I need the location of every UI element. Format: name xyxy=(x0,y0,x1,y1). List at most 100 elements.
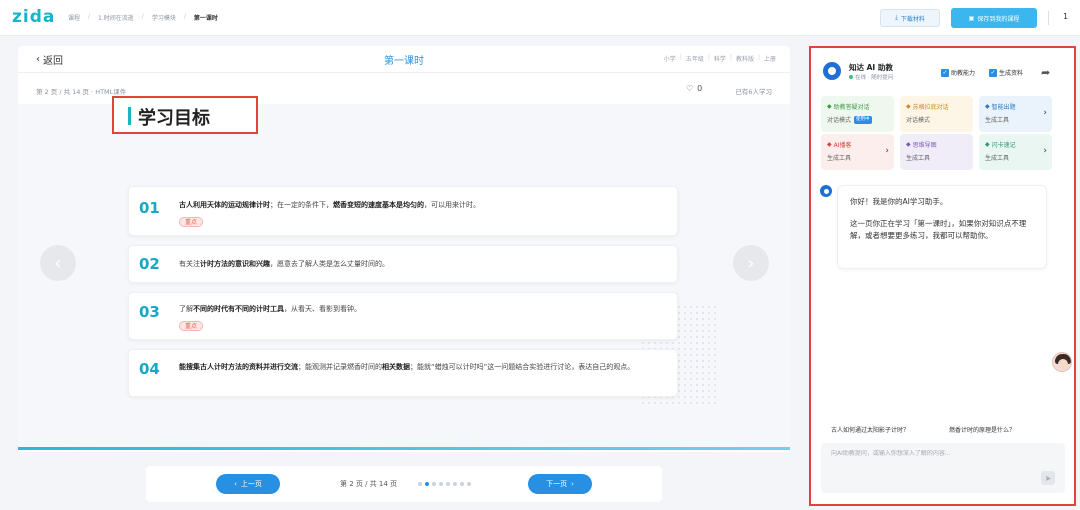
tool-icon: ◆ xyxy=(985,103,990,110)
prev-slide-button[interactable]: ‹ xyxy=(40,245,76,281)
objective-part: ，从看天、看影到看钟。 xyxy=(284,305,361,313)
tool-sub-row: 生成工具 xyxy=(906,153,930,162)
download-materials-button[interactable]: ⤓ 下载材料 xyxy=(880,9,940,27)
objective-bold: 燃香变短的速度基本是均匀的 xyxy=(333,201,424,209)
assistant-status: 在线 · 随时提问 xyxy=(849,73,893,81)
checkbox-checked-icon: ✓ xyxy=(989,68,997,77)
page-dot[interactable] xyxy=(439,482,443,486)
tool-title: 苏格拉底对话 xyxy=(912,104,949,111)
objective-number: 01 xyxy=(139,199,160,217)
tag-separator: | xyxy=(679,54,682,61)
breadcrumb-separator: / xyxy=(88,13,91,20)
share-icon[interactable]: ➦ xyxy=(1041,66,1050,79)
tool-title: 闪卡速记 xyxy=(991,142,1016,149)
download-icon: ⤓ xyxy=(895,14,898,21)
tag-volume: 上册 xyxy=(763,56,776,63)
key-point-badge: 重点 xyxy=(179,321,204,331)
header-divider xyxy=(1048,11,1049,25)
next-page-button[interactable]: 下一页 › xyxy=(528,474,592,494)
prev-page-label: 上一页 xyxy=(240,480,262,488)
assistant-ability-checkbox[interactable]: ✓ 助教能力 xyxy=(941,68,975,77)
objective-text: 有关注计时方法的意识和兴趣，愿意去了解人类是怎么丈量时间的。 xyxy=(179,258,664,270)
checkbox-label: 助教能力 xyxy=(951,70,976,77)
breadcrumb-item[interactable]: 1.时间在流逝 xyxy=(98,13,134,22)
page-dot[interactable] xyxy=(432,482,436,486)
user-menu[interactable]: 1 xyxy=(1063,12,1068,21)
breadcrumb-item[interactable]: 课程 xyxy=(68,13,80,22)
next-slide-button[interactable]: › xyxy=(733,245,769,281)
assistant-status-text: 在线 · 随时提问 xyxy=(855,75,894,81)
tag-subject: 科学 xyxy=(713,56,726,63)
objective-bold: 古人利用天体的运动规律计时 xyxy=(179,201,270,209)
generate-materials-checkbox[interactable]: ✓ 生成资料 xyxy=(989,68,1023,77)
greeting-text: 你好！我是你的AI学习助手。 xyxy=(850,197,948,206)
assistant-tool-card[interactable]: ◆ AI播客 生成工具 › xyxy=(821,134,894,170)
objective-text: 了解不同的时代有不同的计时工具，从看天、看影到看钟。 xyxy=(179,303,664,315)
divider xyxy=(18,72,790,73)
tag-grade: 五年级 xyxy=(685,56,704,63)
tool-sub-row: 对话模式 使用中 xyxy=(827,115,872,124)
objective-bold: 计时方法的意识和兴趣 xyxy=(200,260,270,268)
tool-title-row: ◆ 思维导图 xyxy=(906,140,937,149)
tool-title: 思维导图 xyxy=(912,142,937,149)
objective-bold: 能搜集古人计时方法的资料并进行交流 xyxy=(179,363,298,371)
top-bar: zida 课程 / 1.时间在流逝 / 学习模块 / 第一课时 ⤓ 下载材料 ▣… xyxy=(0,0,1080,36)
page-dot[interactable] xyxy=(446,482,450,486)
save-label: 保存到我的课程 xyxy=(977,15,1020,23)
like-button[interactable]: ♡ 0 xyxy=(686,84,702,93)
breadcrumb-separator: / xyxy=(141,13,144,20)
tool-sub-row: 生成工具 xyxy=(827,153,851,162)
assistant-tool-card[interactable]: ◆ 苏格拉底对话 对话模式 xyxy=(900,96,973,132)
tool-icon: ◆ xyxy=(827,141,832,148)
pagination-info: 第 2 页 / 共 14 页 xyxy=(340,480,398,488)
heading-accent-bar xyxy=(128,107,131,125)
objective-part: ，可以用来计时。 xyxy=(424,201,480,209)
tool-subtitle: 对话模式 xyxy=(827,117,852,124)
prev-page-button[interactable]: ‹ 上一页 xyxy=(216,474,280,494)
page-dot[interactable] xyxy=(418,482,422,486)
user-avatar[interactable] xyxy=(1052,352,1072,372)
page-dot[interactable] xyxy=(425,482,429,486)
assistant-logo-icon xyxy=(823,62,841,80)
page-dot[interactable] xyxy=(460,482,464,486)
assistant-message-text: 这一页你正在学习「第一课时」，如果你对知识点不理解，或者想要更多练习，我都可以帮… xyxy=(850,219,1027,240)
objective-part: ；能观测并记录燃香时间的 xyxy=(298,363,382,371)
assistant-tool-card[interactable]: ◆ 思维导图生成工具 xyxy=(900,134,973,170)
tool-subtitle: 对话模式 xyxy=(906,117,931,124)
tool-title-row: ◆ AI播客 xyxy=(827,140,852,149)
suggested-question[interactable]: 古人如何通过太阳影子计时？ xyxy=(831,425,909,434)
page-dots xyxy=(418,482,471,486)
tool-icon: ◆ xyxy=(906,103,911,110)
objective-card: 04 能搜集古人计时方法的资料并进行交流；能观测并记录燃香时间的相关数据；能就“… xyxy=(128,349,678,397)
save-to-my-courses-button[interactable]: ▣ 保存到我的课程 xyxy=(951,8,1037,28)
send-button[interactable]: ➤ xyxy=(1041,471,1055,485)
chevron-right-icon: › xyxy=(747,252,755,274)
key-point-badge: 重点 xyxy=(179,217,204,227)
chat-input-box: ➤ xyxy=(821,443,1065,493)
tool-title-row: ◆ 苏格拉底对话 xyxy=(906,102,949,111)
assistant-tool-card[interactable]: ◆ 闪卡速记 生成工具 › xyxy=(979,134,1052,170)
assistant-tool-card[interactable]: ◆ 智能出题 生成工具 › xyxy=(979,96,1052,132)
learner-count: 已有6人学习 xyxy=(735,88,772,96)
tool-icon: ◆ xyxy=(906,141,911,148)
tool-title: 助教答疑对话 xyxy=(833,104,870,111)
objective-bold: 相关数据 xyxy=(382,363,410,371)
objective-card: 01 古人利用天体的运动规律计时；在一定的条件下，燃香变短的速度基本是均匀的，可… xyxy=(128,186,678,236)
breadcrumb-item[interactable]: 学习模块 xyxy=(152,13,176,22)
zida-logo[interactable]: zida xyxy=(12,7,55,27)
slide-accent-bar xyxy=(18,447,790,450)
tool-sub-row: 生成工具 xyxy=(985,115,1009,124)
chat-input[interactable] xyxy=(831,450,1031,457)
assistant-message-bubble: 你好！我是你的AI学习助手。 这一页你正在学习「第一课时」，如果你对知识点不理解… xyxy=(837,185,1047,269)
suggested-question[interactable]: 燃香计时的原理是什么？ xyxy=(949,425,1015,434)
chevron-right-icon: › xyxy=(1043,108,1047,118)
assistant-tool-card[interactable]: ◆ 助教答疑对话 对话模式 使用中 xyxy=(821,96,894,132)
tool-title-row: ◆ 助教答疑对话 xyxy=(827,102,870,111)
objective-card: 02 有关注计时方法的意识和兴趣，愿意去了解人类是怎么丈量时间的。 xyxy=(128,245,678,283)
ai-assistant-panel: 知达 AI 助教 在线 · 随时提问 ✓ 助教能力 ✓ 生成资料 ➦ ◆ 助教答疑… xyxy=(809,46,1076,506)
pagination-bar: ‹ 上一页 第 2 页 / 共 14 页 下一页 › xyxy=(146,466,662,502)
tag-separator: | xyxy=(757,54,760,61)
page-dot[interactable] xyxy=(467,482,471,486)
page-dot[interactable] xyxy=(453,482,457,486)
heart-icon: ♡ xyxy=(686,84,694,93)
